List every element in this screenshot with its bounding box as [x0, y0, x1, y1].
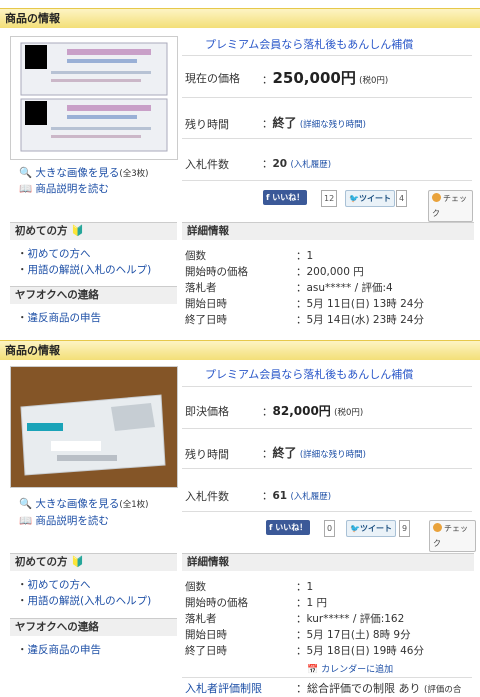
ticket-thumbnail: [20, 42, 168, 152]
detail-value: ：5月 14日(水) 23時 24分: [296, 314, 424, 326]
beginner-box-title: 初めての方 🔰: [10, 553, 177, 571]
view-large-link[interactable]: 🔍 大きな画像を見る(全1枚): [19, 496, 148, 511]
time-left-value: ：終了 (詳細な残り時間): [262, 446, 366, 460]
detail-label: 終了日時: [185, 314, 227, 326]
beginner-link[interactable]: ・初めての方へ: [17, 577, 91, 592]
premium-banner-link[interactable]: プレミアム会員なら落札後もあんしん補償: [205, 366, 413, 382]
bidder-restriction-label[interactable]: 入札者評価制限: [185, 680, 262, 696]
premium-banner-link[interactable]: プレミアム会員なら落札後もあんしん補償: [205, 36, 413, 52]
detail-label: 開始日時: [185, 629, 227, 641]
social-buttons: f いいね！ 0 🐦ツイート 9 チェック: [266, 520, 476, 552]
report-violation-link[interactable]: ・違反商品の申告: [17, 310, 101, 325]
detail-label: 終了日時: [185, 645, 227, 657]
bidder-restriction-value: ：総合評価での制限 あり (評価の合: [296, 682, 462, 695]
section-header: 商品の情報: [0, 340, 480, 360]
tweet-count: 4: [396, 190, 408, 207]
price-label: 即決価格: [185, 405, 229, 418]
detail-label: 落札者: [185, 613, 217, 625]
read-description-link[interactable]: 📖 商品説明を読む: [19, 181, 109, 196]
price-value: ：250,000円 (税0円): [262, 69, 389, 87]
tweet-count: 9: [399, 520, 411, 537]
bid-history-link[interactable]: (入札履歴): [290, 160, 331, 170]
price-value: ：82,000円 (税0円): [262, 404, 364, 418]
detail-value: ：1: [296, 250, 314, 262]
detail-label: 落札者: [185, 282, 217, 294]
bids-value: ：20 (入札履歴): [262, 158, 332, 170]
magnifier-icon: 🔍: [19, 167, 33, 179]
detail-value: ：asu***** / 評価:4: [296, 282, 393, 294]
check-button[interactable]: チェック: [429, 520, 476, 552]
detail-label: 開始日時: [185, 298, 227, 310]
calendar-icon: 📅: [307, 665, 319, 675]
detail-value: ：5月 18日(日) 19時 46分: [296, 645, 424, 657]
tweet-button[interactable]: 🐦ツイート: [346, 520, 396, 537]
read-description-link[interactable]: 📖 商品説明を読む: [19, 513, 109, 528]
detail-value: ：1: [296, 581, 314, 593]
detail-label: 個数: [185, 581, 206, 593]
bids-label: 入札件数: [185, 490, 229, 503]
time-left-label: 残り時間: [185, 448, 229, 461]
section-header: 商品の情報: [0, 8, 480, 28]
detail-label: 開始時の価格: [185, 266, 248, 278]
magnifier-icon: 🔍: [19, 498, 33, 510]
report-violation-link[interactable]: ・違反商品の申告: [17, 642, 101, 657]
facebook-like-button[interactable]: f いいね！: [263, 190, 308, 205]
beginner-mark-icon: 🔰: [71, 225, 85, 237]
bids-label: 入札件数: [185, 158, 229, 171]
detail-box-title: 詳細情報: [182, 553, 474, 571]
detail-value: ：200,000 円: [296, 266, 364, 278]
calendar-add-link[interactable]: 📅 カレンダーに追加: [307, 662, 393, 675]
product-image[interactable]: [10, 366, 178, 488]
product-image[interactable]: [10, 36, 178, 160]
contact-box-title: ヤフオクへの連絡: [10, 286, 177, 304]
like-count: 12: [321, 190, 338, 207]
detail-box-title: 詳細情報: [182, 222, 474, 240]
view-large-link[interactable]: 🔍 大きな画像を見る(全3枚): [19, 165, 148, 180]
detail-label: 個数: [185, 250, 206, 262]
check-icon: [433, 523, 442, 532]
bid-history-link[interactable]: (入札履歴): [290, 492, 331, 502]
bids-value: ：61 (入札履歴): [262, 490, 332, 502]
ticket-photo: [11, 367, 177, 487]
detail-value: ：1 円: [296, 597, 328, 609]
check-icon: [432, 193, 441, 202]
beginner-box-title: 初めての方 🔰: [10, 222, 177, 240]
time-detail-link[interactable]: (詳細な残り時間): [300, 120, 366, 130]
book-icon: 📖: [19, 183, 33, 195]
beginner-link[interactable]: ・初めての方へ: [17, 246, 91, 261]
detail-label: 開始時の価格: [185, 597, 248, 609]
facebook-like-button[interactable]: f いいね！: [266, 520, 311, 535]
check-button[interactable]: チェック: [428, 190, 473, 222]
like-count: 0: [324, 520, 336, 537]
time-detail-link[interactable]: (詳細な残り時間): [300, 450, 366, 460]
glossary-link[interactable]: ・用語の解説(入札のヘルプ): [17, 262, 151, 277]
beginner-mark-icon: 🔰: [71, 556, 85, 568]
detail-value: ：5月 17日(土) 8時 9分: [296, 629, 411, 641]
time-left-label: 残り時間: [185, 118, 229, 131]
detail-value: ：kur***** / 評価:162: [296, 613, 405, 625]
price-label: 現在の価格: [185, 72, 240, 85]
glossary-link[interactable]: ・用語の解説(入札のヘルプ): [17, 593, 151, 608]
detail-value: ：5月 11日(日) 13時 24分: [296, 298, 424, 310]
time-left-value: ：終了 (詳細な残り時間): [262, 116, 366, 130]
tweet-button[interactable]: 🐦ツイート: [345, 190, 395, 207]
contact-box-title: ヤフオクへの連絡: [10, 618, 177, 636]
social-buttons: f いいね！ 12 🐦ツイート 4 チェック: [263, 190, 473, 222]
book-icon: 📖: [19, 515, 33, 527]
